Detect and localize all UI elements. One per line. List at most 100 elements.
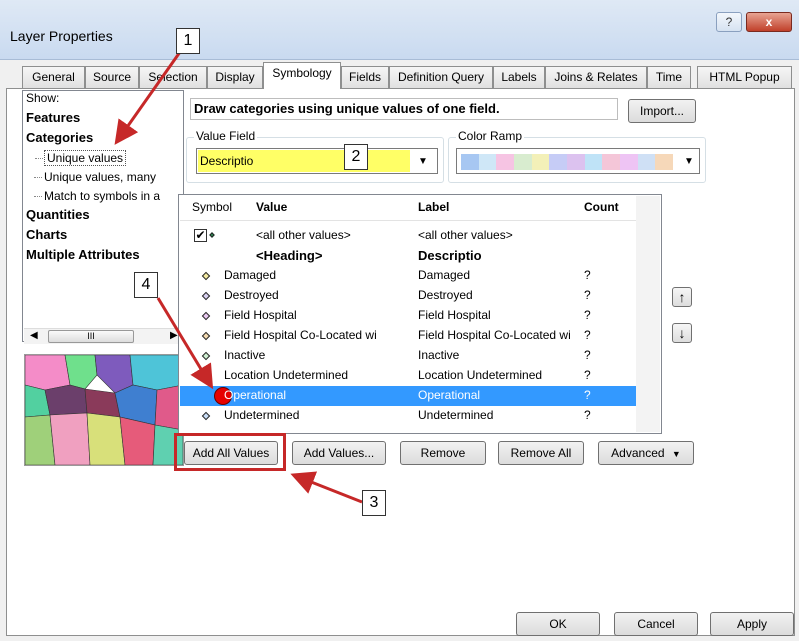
row-value: Operational — [224, 388, 287, 402]
header-divider — [180, 220, 636, 221]
row-value: <all other values> — [256, 228, 351, 242]
value-field-chevron-down-icon[interactable]: ▼ — [418, 156, 428, 167]
tree-item-unique-values[interactable]: Unique values — [34, 150, 127, 166]
table-row[interactable]: <Heading> Descriptio — [180, 246, 636, 266]
row-value: Inactive — [224, 348, 266, 362]
row-label: Location Undetermined — [418, 368, 543, 382]
symbol-diamond-icon[interactable] — [201, 271, 211, 281]
row-label: <all other values> — [418, 228, 513, 242]
row-label: Undetermined — [418, 408, 494, 422]
row-count: ? — [584, 388, 591, 402]
color-ramp-swatch — [620, 154, 638, 170]
move-down-button[interactable]: ↓ — [672, 323, 692, 343]
import-button[interactable]: Import... — [628, 99, 696, 123]
symbol-diamond-icon[interactable] — [201, 371, 211, 381]
table-row-selected[interactable]: Operational Operational ? — [180, 386, 636, 406]
color-ramp-swatch — [478, 154, 497, 170]
description-text: Draw categories using unique values of o… — [190, 98, 618, 120]
color-ramp-swatch — [567, 154, 585, 170]
color-ramp-swatch — [461, 154, 479, 170]
tree-item-match-symbols[interactable]: Match to symbols in a — [33, 189, 160, 203]
row-value: Field Hospital Co-Located wi — [224, 328, 377, 342]
tab-fields[interactable]: Fields — [341, 66, 389, 88]
tab-general[interactable]: General — [22, 66, 85, 88]
tab-labels[interactable]: Labels — [493, 66, 545, 88]
tab-symbology[interactable]: Symbology — [263, 62, 341, 89]
row-count: ? — [584, 308, 591, 322]
row-count: ? — [584, 328, 591, 342]
move-up-button[interactable]: ↑ — [672, 287, 692, 307]
color-ramp-swatch — [496, 154, 515, 170]
list-vertical-scrollbar[interactable] — [636, 196, 660, 432]
callout-2: 2 — [344, 144, 368, 170]
tree-item-categories[interactable]: Categories — [26, 130, 93, 145]
cancel-button[interactable]: Cancel — [614, 612, 698, 636]
tree-item-unique-values-many[interactable]: Unique values, many — [33, 170, 156, 184]
apply-button[interactable]: Apply — [710, 612, 794, 636]
header-value[interactable]: Value — [256, 200, 287, 214]
scroll-right-icon[interactable]: ▶ — [170, 330, 178, 341]
row-count: ? — [584, 268, 591, 282]
color-ramp-preview — [461, 154, 674, 170]
close-button[interactable]: x — [746, 12, 792, 32]
table-row[interactable]: Damaged Damaged ? — [180, 266, 636, 286]
row-label: Field Hospital — [418, 308, 491, 322]
table-row[interactable]: Field Hospital Co-Located wi Field Hospi… — [180, 326, 636, 346]
show-horizontal-scrollbar[interactable]: ◀ III ▶ — [24, 328, 184, 344]
ok-button[interactable]: OK — [516, 612, 600, 636]
row-label: Inactive — [418, 348, 460, 362]
tree-item-charts[interactable]: Charts — [26, 227, 67, 242]
symbol-diamond-icon[interactable] — [201, 351, 211, 361]
row-count: ? — [584, 288, 591, 302]
row-value: Damaged — [224, 268, 277, 282]
tab-selection[interactable]: Selection — [139, 66, 207, 88]
callout-1: 1 — [176, 28, 200, 54]
tab-joins-relates[interactable]: Joins & Relates — [545, 66, 647, 88]
tree-item-features[interactable]: Features — [26, 110, 80, 125]
header-label[interactable]: Label — [418, 200, 449, 214]
symbol-diamond-icon[interactable] — [209, 232, 215, 238]
color-ramp-chevron-down-icon[interactable]: ▼ — [684, 156, 694, 167]
row-label: Operational — [418, 388, 481, 402]
table-row[interactable]: Inactive Inactive ? — [180, 346, 636, 366]
scroll-left-icon[interactable]: ◀ — [30, 330, 38, 341]
symbol-diamond-icon[interactable] — [201, 291, 211, 301]
row-label: Damaged — [418, 268, 471, 282]
color-ramp-swatch — [514, 154, 532, 170]
table-row[interactable]: Undetermined Undetermined ? — [180, 406, 636, 426]
table-row[interactable]: Destroyed Destroyed ? — [180, 286, 636, 306]
add-values-button[interactable]: Add Values... — [292, 441, 386, 465]
table-row[interactable]: Field Hospital Field Hospital ? — [180, 306, 636, 326]
header-symbol[interactable]: Symbol — [192, 200, 232, 214]
row-label: Descriptio — [418, 248, 482, 263]
color-ramp-swatch — [584, 154, 603, 170]
checkbox-icon[interactable]: ✔ — [194, 229, 207, 242]
map-preview-image — [24, 354, 184, 466]
tab-display[interactable]: Display — [207, 66, 263, 88]
row-value: Destroyed — [224, 288, 279, 302]
chevron-down-icon: ▼ — [671, 449, 681, 459]
tab-source[interactable]: Source — [85, 66, 139, 88]
table-row[interactable]: ✔ <all other values> <all other values> — [180, 226, 636, 246]
scroll-thumb[interactable]: III — [48, 330, 134, 343]
value-field-value[interactable]: Descriptio — [198, 150, 410, 172]
tab-definition-query[interactable]: Definition Query — [389, 66, 493, 88]
help-button[interactable]: ? — [716, 12, 742, 32]
row-label: Destroyed — [418, 288, 473, 302]
header-count[interactable]: Count — [584, 200, 619, 214]
color-ramp-dropdown[interactable] — [456, 148, 700, 174]
symbol-diamond-icon[interactable] — [201, 331, 211, 341]
remove-button[interactable]: Remove — [400, 441, 486, 465]
tree-item-quantities[interactable]: Quantities — [26, 207, 90, 222]
advanced-label: Advanced — [611, 446, 665, 460]
remove-all-button[interactable]: Remove All — [498, 441, 584, 465]
color-ramp-swatch — [602, 154, 621, 170]
symbol-diamond-icon[interactable] — [201, 411, 211, 421]
tab-html-popup[interactable]: HTML Popup — [697, 66, 792, 88]
tree-item-multiple-attributes[interactable]: Multiple Attributes — [26, 247, 140, 262]
advanced-button[interactable]: Advanced ▼ — [598, 441, 694, 465]
symbol-diamond-icon[interactable] — [201, 311, 211, 321]
table-row[interactable]: Location Undetermined Location Undetermi… — [180, 366, 636, 386]
row-value: Location Undetermined — [224, 368, 349, 382]
tab-time[interactable]: Time — [647, 66, 691, 88]
